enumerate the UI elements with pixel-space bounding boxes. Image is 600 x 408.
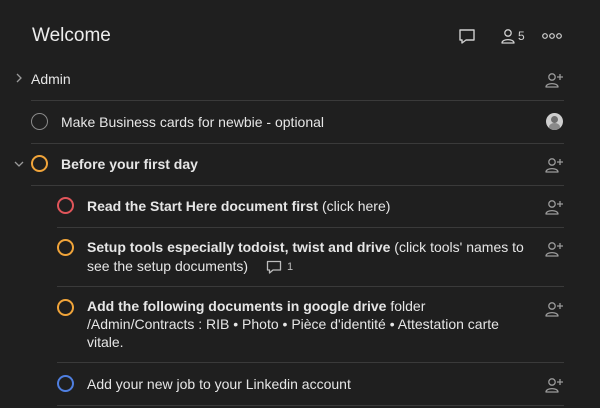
comment-count-value: 1 [287, 260, 294, 273]
avatar[interactable] [546, 113, 563, 130]
task-label-bold: Read the Start Here document first [87, 198, 319, 214]
task-label: Make Business cards for newbie - optiona… [61, 114, 325, 130]
members-button[interactable]: 5 [500, 28, 525, 44]
divider [31, 185, 564, 186]
member-count: 5 [518, 29, 525, 43]
comment-icon [266, 260, 282, 274]
divider [57, 286, 564, 287]
comment-icon [459, 29, 475, 44]
divider [57, 227, 564, 228]
divider [31, 100, 564, 101]
task-checkbox[interactable] [31, 155, 48, 172]
add-person-icon [545, 158, 563, 173]
task-checkbox[interactable] [31, 113, 48, 130]
page-title: Welcome [32, 25, 111, 46]
assign-button[interactable] [544, 198, 564, 216]
assign-button[interactable] [544, 376, 564, 394]
comments-button[interactable] [458, 28, 476, 46]
add-person-icon [545, 302, 563, 317]
assign-button[interactable] [544, 71, 564, 89]
add-person-icon [545, 378, 563, 393]
task-label-bold: Setup tools especially todoist, twist an… [87, 239, 391, 255]
task-checkbox[interactable] [57, 239, 74, 256]
more-menu-button[interactable] [542, 32, 562, 40]
task-checkbox[interactable] [57, 197, 74, 214]
task-label: Add your new job to your Linkedin accoun… [87, 376, 351, 392]
task-checkbox[interactable] [57, 375, 74, 392]
task-label: Before your first day [61, 156, 198, 172]
task-label-bold: Add the following documents in google dr… [87, 298, 387, 314]
assign-button[interactable] [544, 240, 564, 258]
task-label: Read the Start Here document first (clic… [87, 197, 527, 215]
task-checkbox[interactable] [57, 299, 74, 316]
chevron-down-icon[interactable] [14, 159, 24, 169]
task-label: Add the following documents in google dr… [87, 297, 517, 351]
project-header: Welcome 5 [0, 0, 600, 64]
task-label: Admin [31, 71, 71, 87]
add-person-icon [545, 200, 563, 215]
person-icon [501, 29, 515, 44]
divider [57, 362, 564, 363]
assign-button[interactable] [544, 300, 564, 318]
comment-count[interactable]: 1 [266, 258, 293, 277]
task-label-rest: (click here) [318, 198, 391, 214]
more-icon [542, 33, 562, 39]
divider [31, 143, 564, 144]
add-person-icon [545, 73, 563, 88]
chevron-right-icon[interactable] [14, 73, 24, 83]
divider [57, 405, 564, 406]
assign-button[interactable] [544, 156, 564, 174]
task-label: Setup tools especially todoist, twist an… [87, 238, 527, 277]
add-person-icon [545, 242, 563, 257]
